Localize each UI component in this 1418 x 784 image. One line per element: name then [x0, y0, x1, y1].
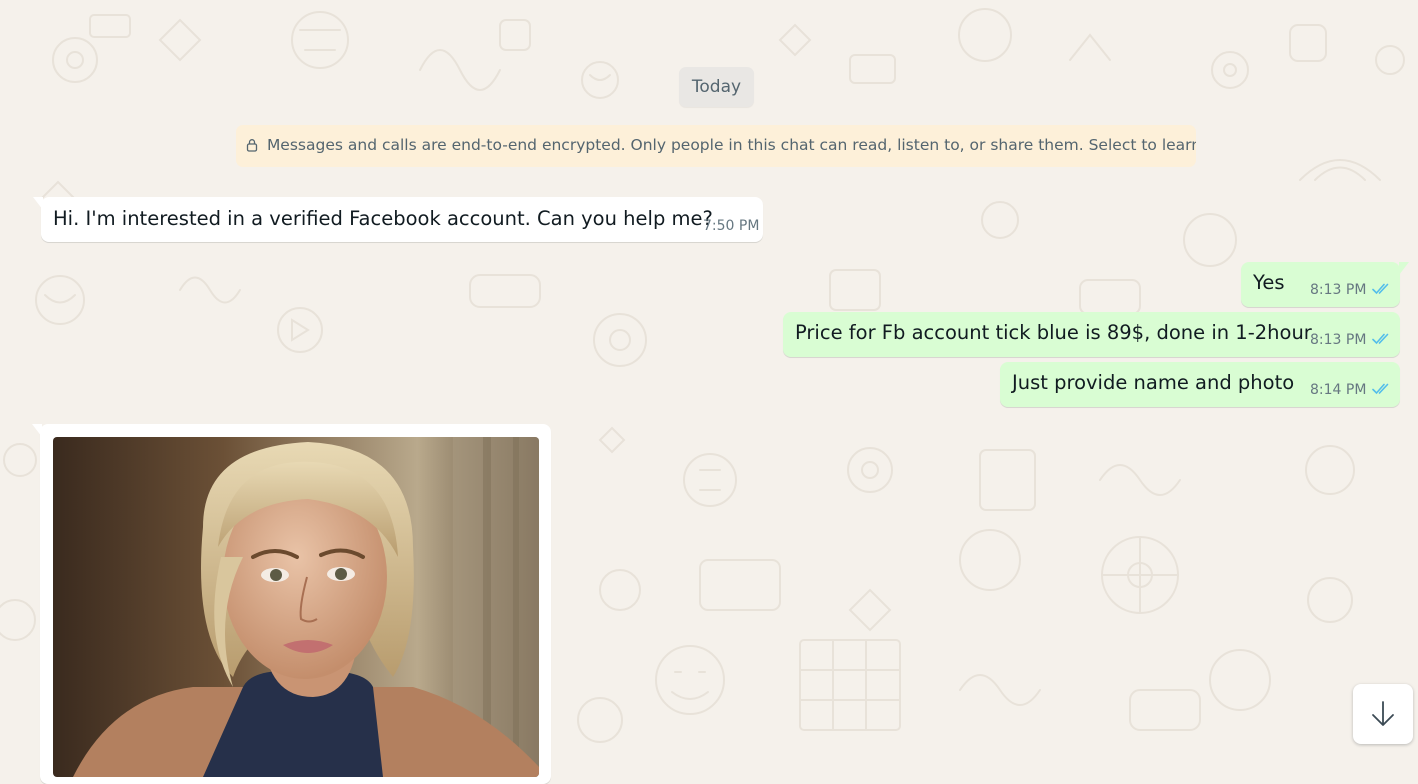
date-separator-label: Today [691, 77, 742, 97]
outgoing-message[interactable]: Price for Fb account tick blue is 89$, d… [783, 312, 1400, 357]
date-separator: Today [679, 67, 754, 107]
encryption-notice-text: Messages and calls are end-to-end encryp… [266, 136, 1196, 154]
lock-icon [246, 139, 258, 152]
read-receipt-icon [1372, 333, 1389, 345]
outgoing-message[interactable]: Just provide name and photo 8:14 PM [1000, 362, 1400, 407]
message-text: Hi. I'm interested in a verified Faceboo… [53, 207, 713, 230]
message-time: 7:50 PM [703, 218, 760, 234]
message-time: 8:14 PM [1310, 382, 1367, 398]
scroll-to-bottom-button[interactable] [1353, 684, 1413, 744]
arrow-down-icon [1372, 701, 1394, 726]
message-text: Price for Fb account tick blue is 89$, d… [795, 321, 1312, 344]
photo-thumbnail[interactable] [53, 437, 539, 777]
incoming-photo-message[interactable] [32, 424, 551, 784]
read-receipt-icon [1372, 283, 1389, 295]
encryption-notice[interactable]: Messages and calls are end-to-end encryp… [236, 125, 1196, 167]
read-receipt-icon [1372, 383, 1389, 395]
message-time: 8:13 PM [1310, 282, 1367, 298]
bubble-tail [33, 197, 43, 210]
message-text: Just provide name and photo [1012, 371, 1295, 394]
bubble-tail [32, 424, 42, 437]
message-time: 8:13 PM [1310, 332, 1367, 348]
bubble-tail [1399, 262, 1409, 275]
message-text: Yes [1253, 271, 1285, 294]
outgoing-message[interactable]: Yes 8:13 PM [1241, 262, 1409, 307]
incoming-message[interactable]: Hi. I'm interested in a verified Faceboo… [33, 197, 763, 242]
